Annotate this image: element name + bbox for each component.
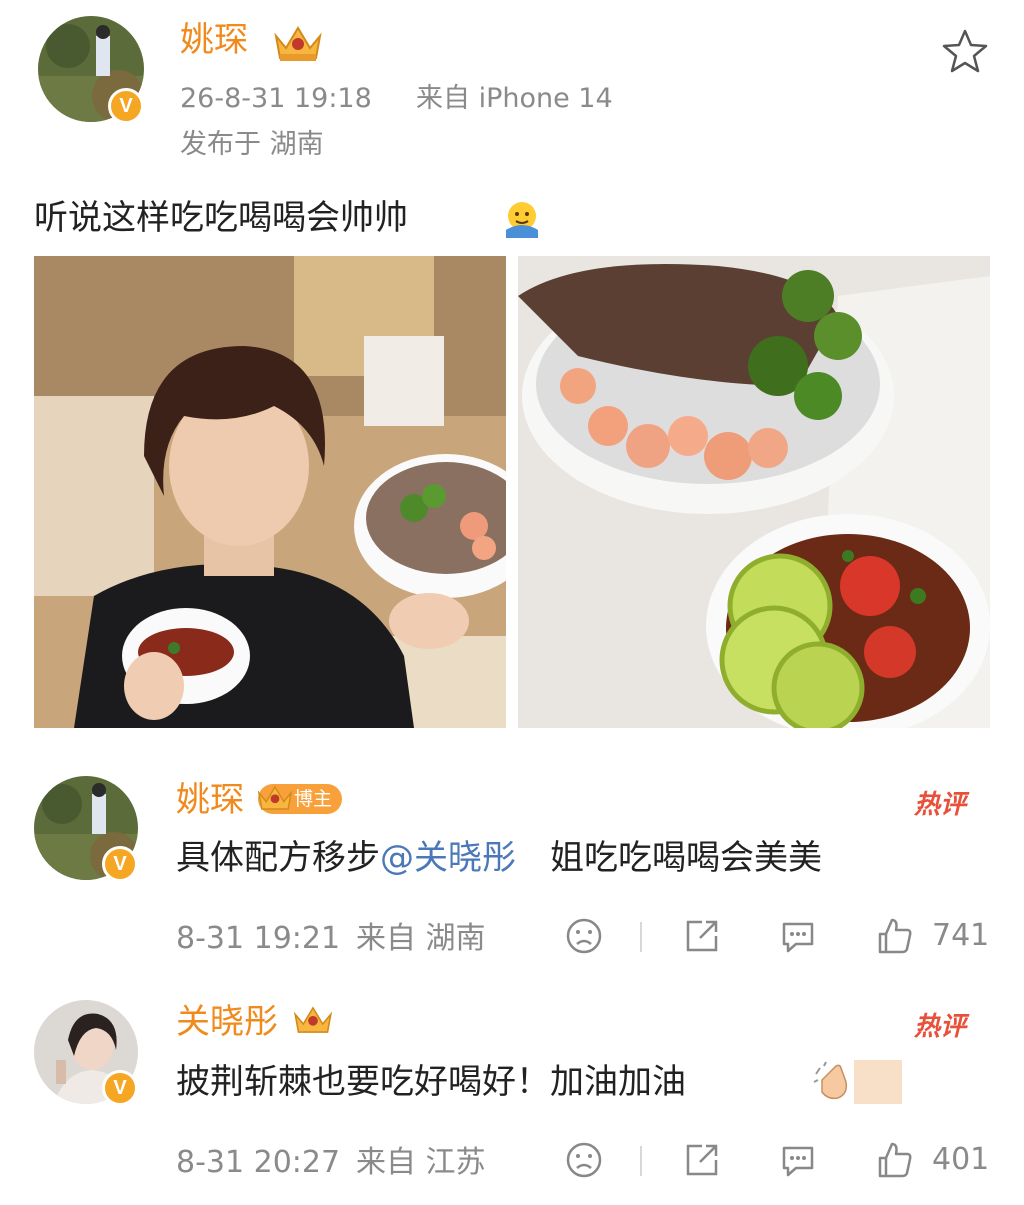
comment-icon[interactable]: [778, 916, 818, 956]
crown-icon: [274, 26, 322, 61]
author-name[interactable]: 姚琛: [180, 20, 248, 60]
comment-text-suffix: 姐吃吃喝喝会美美: [550, 838, 822, 878]
comment-actions: 741: [560, 916, 990, 962]
share-icon[interactable]: [682, 1140, 722, 1180]
comment-source: 来自 湖南: [356, 921, 486, 956]
hot-comment-badge: 热评: [914, 790, 967, 820]
blogger-badge-label: 博主: [294, 788, 333, 810]
comment-text-content: 披荆斩棘也要吃好喝好！加油加油: [176, 1062, 686, 1102]
comment-author[interactable]: 姚琛: [176, 780, 244, 820]
comment-icon[interactable]: [778, 1140, 818, 1180]
divider: [640, 1146, 642, 1176]
comment-source: 来自 江苏: [356, 1145, 486, 1180]
post-source: 来自 iPhone 14: [416, 83, 613, 114]
like-count: 741: [932, 918, 990, 953]
emoji-placeholder-box: [854, 1060, 902, 1104]
clap-emoji-icon: [813, 1061, 848, 1100]
comment-text-prefix: 具体配方移步: [176, 838, 380, 878]
post-photo-2[interactable]: [518, 256, 990, 728]
comment-time: 8-31 19:21: [176, 921, 341, 956]
verified-icon: V: [102, 1070, 138, 1106]
comment-text: 具体配方移步@关晓彤 姐吃吃喝喝会美美: [176, 836, 822, 880]
comment-author[interactable]: 关晓彤: [176, 1002, 278, 1042]
post-text-content: 听说这样吃吃喝喝会帅帅: [34, 198, 408, 238]
comment-text: 披荆斩棘也要吃好喝好！加油加油: [176, 1060, 686, 1104]
post-photo-1[interactable]: [34, 256, 506, 728]
mention-link[interactable]: @关晓彤: [380, 838, 516, 878]
like-count: 401: [932, 1142, 990, 1177]
post-location: 发布于 湖南: [180, 129, 324, 160]
dislike-icon[interactable]: [564, 916, 604, 956]
divider: [640, 922, 642, 952]
verified-icon: V: [102, 846, 138, 882]
share-icon[interactable]: [682, 916, 722, 956]
like-icon[interactable]: [874, 916, 914, 956]
crown-icon: [257, 785, 293, 810]
like-icon[interactable]: [874, 1140, 914, 1180]
hot-comment-badge: 热评: [914, 1012, 967, 1042]
verified-icon: V: [108, 88, 144, 124]
emoji-icon: [506, 202, 538, 238]
post-time: 26-8-31 19:18: [180, 83, 372, 114]
crown-icon: [293, 1006, 333, 1033]
post-text: 听说这样吃吃喝喝会帅帅: [34, 196, 408, 240]
dislike-icon[interactable]: [564, 1140, 604, 1180]
comment-actions: 401: [560, 1140, 990, 1186]
comment-time: 8-31 20:27: [176, 1145, 341, 1180]
star-icon[interactable]: [941, 28, 989, 74]
